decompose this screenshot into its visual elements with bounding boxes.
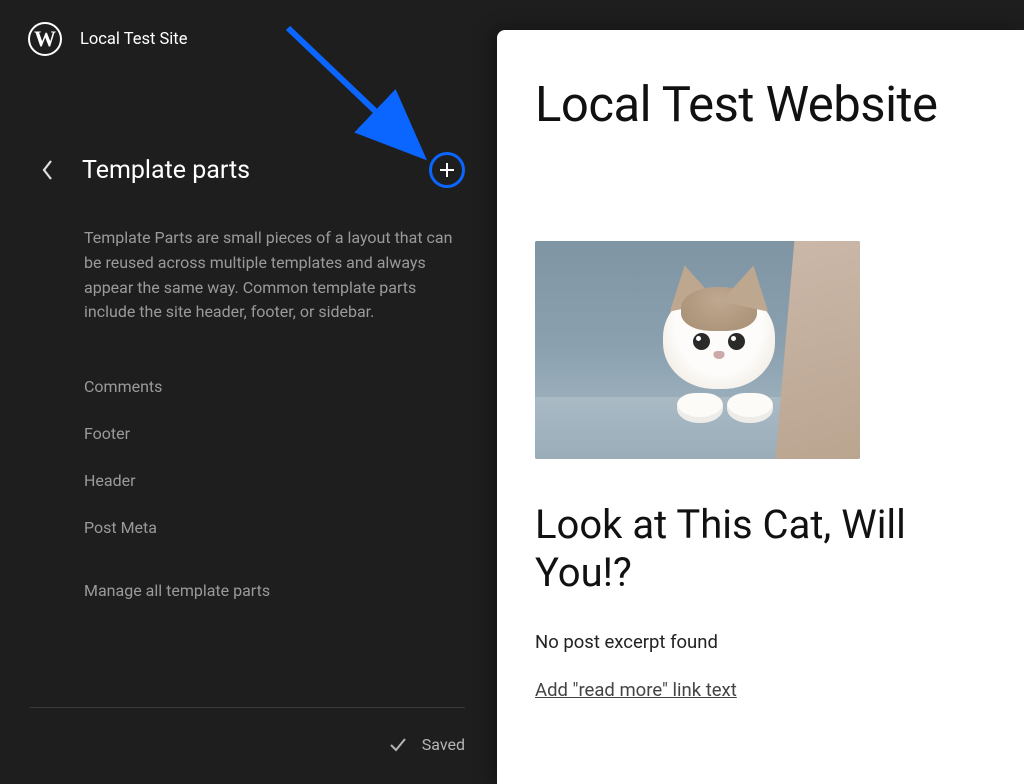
- list-item-label: Post Meta: [84, 518, 157, 537]
- site-header: W Local Test Site: [0, 0, 495, 56]
- chevron-left-icon: [41, 159, 55, 181]
- template-part-item[interactable]: Header: [84, 457, 465, 504]
- template-parts-list: Comments Footer Header Post Meta: [84, 363, 465, 551]
- panel-description: Template Parts are small pieces of a lay…: [84, 226, 465, 325]
- template-part-item[interactable]: Comments: [84, 363, 465, 410]
- kitten-illustration: [535, 241, 860, 459]
- list-item-label: Footer: [84, 424, 130, 443]
- check-icon: [388, 734, 408, 754]
- preview-featured-image[interactable]: [535, 241, 860, 459]
- preview-post-title[interactable]: Look at This Cat, Will You!?: [535, 501, 915, 597]
- panel-body: Template Parts are small pieces of a lay…: [0, 190, 495, 600]
- panel-title: Template parts: [82, 156, 250, 185]
- panel-header: Template parts: [0, 150, 495, 190]
- plus-icon: [437, 160, 457, 180]
- save-status-bar: Saved: [30, 707, 465, 754]
- preview-site-title[interactable]: Local Test Website: [535, 76, 1024, 133]
- read-more-link-placeholder[interactable]: Add "read more" link text: [535, 679, 737, 701]
- list-item-label: Header: [84, 471, 136, 490]
- editor-sidebar: W Local Test Site Template parts Templat…: [0, 0, 495, 784]
- list-item-label: Comments: [84, 377, 162, 396]
- site-name[interactable]: Local Test Site: [80, 30, 187, 49]
- template-part-item[interactable]: Post Meta: [84, 504, 465, 551]
- template-part-item[interactable]: Footer: [84, 410, 465, 457]
- template-preview-canvas[interactable]: Local Test Website Look at This Cat, Wil…: [497, 30, 1024, 784]
- preview-excerpt: No post excerpt found: [535, 631, 1024, 653]
- back-button[interactable]: [28, 150, 68, 190]
- add-template-part-button[interactable]: [429, 152, 465, 188]
- wordpress-logo-glyph: W: [34, 26, 56, 52]
- manage-all-link[interactable]: Manage all template parts: [84, 581, 465, 600]
- wordpress-logo-icon[interactable]: W: [28, 22, 62, 56]
- save-status-label: Saved: [422, 735, 465, 754]
